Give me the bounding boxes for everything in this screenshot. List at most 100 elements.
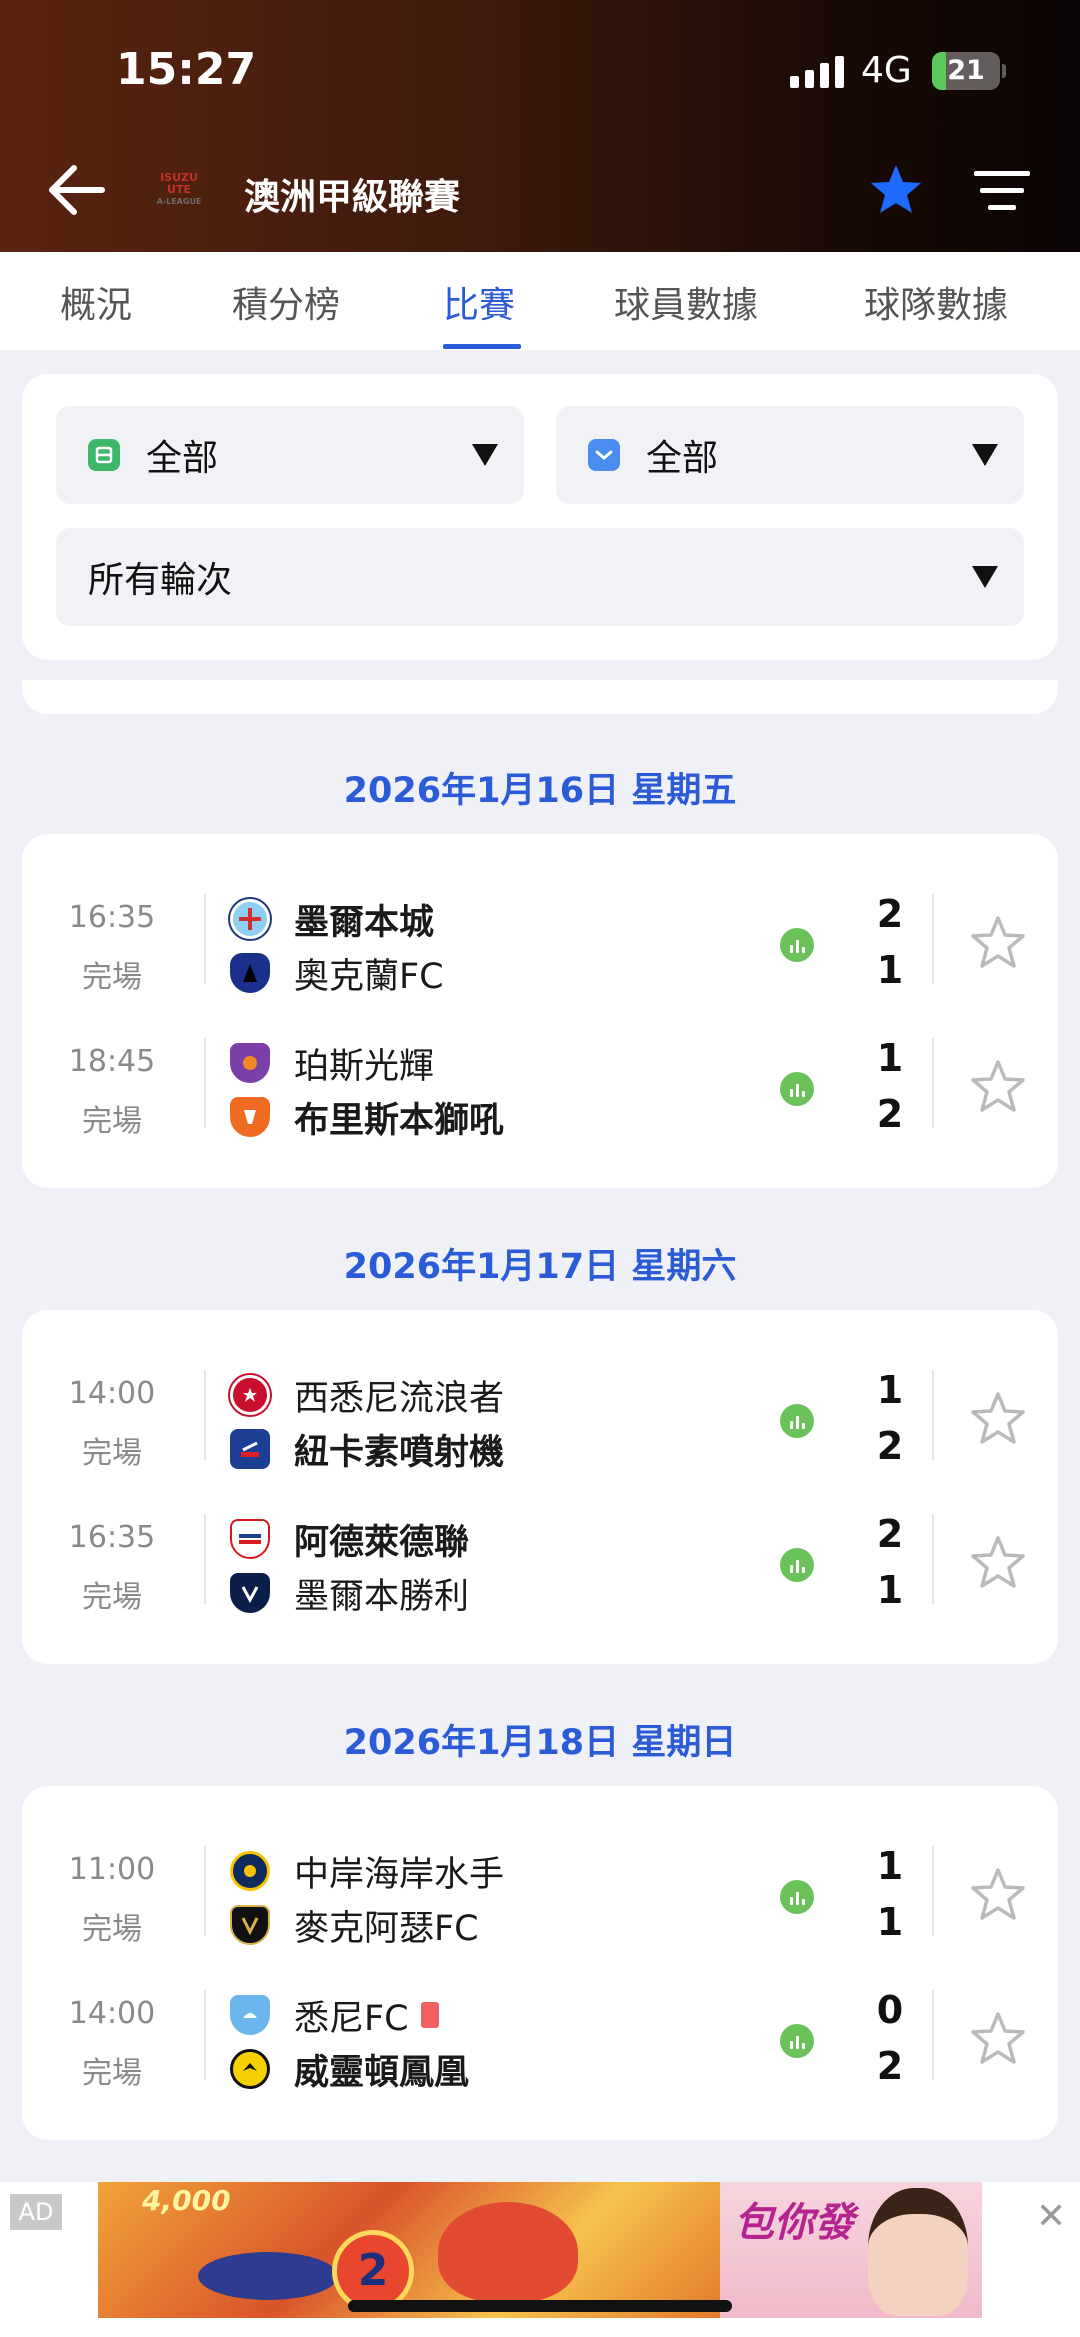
home-score: 0 [876,1988,904,2032]
date-header: 2026年1月16日 星期五 [343,771,737,811]
match-status: 完場 [82,1580,142,1615]
calendar-filter-icon [588,439,620,471]
team-name: 西悉尼流浪者 [294,1378,505,1419]
stats-icon[interactable] [780,1548,814,1582]
auckland-fc-icon [230,953,270,993]
tab-player-stats[interactable]: 球員數據 [614,276,758,328]
filter-card: 全部 全部 所有輪次 [22,374,1058,660]
round-filter-select[interactable]: 所有輪次 [56,528,1024,626]
dropdown-caret-icon [972,566,998,588]
spokesperson-photo [868,2188,968,2316]
favorite-match-star-icon[interactable] [970,1534,1026,1590]
tab-matches[interactable]: 比賽 [443,276,515,328]
back-arrow-icon[interactable] [44,160,110,220]
team-name: 紐卡素噴射機 [294,1432,505,1473]
team-name: 悉尼FC [294,1998,409,2039]
team-name: 阿德萊德聯 [294,1522,470,1563]
home-team: 阿德萊德聯 [230,1514,469,1564]
stats-icon[interactable] [780,2024,814,2058]
match-row[interactable]: 16:35 完場 阿德萊德聯 墨爾本勝利 2 1 [22,1512,1058,1634]
octopus-illustration [438,2202,578,2302]
match-status: 完場 [82,1436,142,1471]
away-score: 1 [876,1568,904,1612]
stats-icon[interactable] [780,1880,814,1914]
stats-icon[interactable] [780,928,814,962]
home-score: 1 [876,1844,904,1888]
status-time: 15:27 [116,44,257,95]
adelaide-united-icon [230,1519,270,1559]
away-team: 紐卡素噴射機 [230,1424,504,1474]
match-time: 16:35 [68,900,156,935]
date-header: 2026年1月17日 星期六 [343,1247,737,1287]
ad-image-game[interactable]: 4,000 2 [98,2182,720,2318]
match-time: 14:00 [68,1996,156,2031]
favorite-match-star-icon[interactable] [970,2010,1026,2066]
match-status: 完場 [82,1104,142,1139]
home-score: 1 [876,1368,904,1412]
match-row[interactable]: 16:35 完場 墨爾本城 奧克蘭FC 2 1 [22,892,1058,1014]
away-team: 奧克蘭FC [230,948,444,998]
day-card: 16:35 完場 墨爾本城 奧克蘭FC 2 1 18:45 完場 珀斯光輝 布里… [22,834,1058,1188]
home-team: 珀斯光輝 [230,1038,434,1088]
favorite-match-star-icon[interactable] [970,1866,1026,1922]
previous-day-card [22,680,1058,714]
battery-icon: 21 [932,52,1000,90]
home-team: 墨爾本城 [230,894,434,944]
date-header: 2026年1月18日 星期日 [343,1723,737,1763]
match-status: 完場 [82,2056,142,2091]
match-time: 14:00 [68,1376,156,1411]
team-name: 中岸海岸水手 [294,1854,505,1895]
day-card: 14:00 完場 西悉尼流浪者 紐卡素噴射機 1 2 16:35 完場 阿德萊德… [22,1310,1058,1664]
day-card: 11:00 完場 中岸海岸水手 麥克阿瑟FC 1 1 14:00 完場 悉尼FC… [22,1786,1058,2140]
team-name: 布里斯本獅吼 [294,1100,505,1141]
ad-label: AD [10,2194,62,2230]
perth-glory-icon [230,1043,270,1083]
team-filter-icon [88,439,120,471]
match-row[interactable]: 18:45 完場 珀斯光輝 布里斯本獅吼 1 2 [22,1036,1058,1158]
close-icon[interactable]: ✕ [1036,2196,1066,2237]
ad-banner[interactable]: AD 4,000 2 包你發 ✕ [0,2182,1080,2337]
team-name: 威靈頓鳳凰 [294,2052,470,2093]
away-score: 1 [876,1900,904,1944]
filter-menu-icon[interactable] [974,168,1030,214]
away-score: 2 [876,1092,904,1136]
tab-bar: 概況 積分榜 比賽 球員數據 球隊數據 [0,252,1080,350]
favorite-match-star-icon[interactable] [970,1058,1026,1114]
date-filter-select[interactable]: 全部 [556,406,1024,504]
tab-standings[interactable]: 積分榜 [232,276,340,328]
match-status: 完場 [82,1912,142,1947]
match-row[interactable]: 14:00 完場 西悉尼流浪者 紐卡素噴射機 1 2 [22,1368,1058,1490]
match-time: 18:45 [68,1044,156,1079]
tab-active-indicator [443,344,521,349]
red-card-icon [420,2002,439,2028]
favorite-match-star-icon[interactable] [970,1390,1026,1446]
team-filter-value: 全部 [146,438,219,479]
team-name: 珀斯光輝 [294,1046,435,1087]
macarthur-fc-icon [230,1905,270,1945]
home-indicator [348,2300,732,2312]
favorite-match-star-icon[interactable] [970,914,1026,970]
ad-amount: 4,000 [142,2184,231,2217]
dropdown-caret-icon [972,444,998,466]
match-row[interactable]: 11:00 完場 中岸海岸水手 麥克阿瑟FC 1 1 [22,1844,1058,1966]
stats-icon[interactable] [780,1404,814,1438]
wellington-phoenix-icon [230,2049,270,2089]
stats-icon[interactable] [780,1072,814,1106]
home-team: 悉尼FC [230,1990,439,2040]
away-score: 2 [876,2044,904,2088]
team-filter-select[interactable]: 全部 [56,406,524,504]
away-team: 麥克阿瑟FC [230,1900,479,1950]
away-score: 2 [876,1424,904,1468]
match-time: 16:35 [68,1520,156,1555]
favorite-star-icon[interactable] [868,162,924,218]
dropdown-caret-icon [472,444,498,466]
network-type: 4G [861,50,912,91]
ad-image-brand[interactable]: 包你發 [720,2182,982,2318]
home-score: 1 [876,1036,904,1080]
match-row[interactable]: 14:00 完場 悉尼FC 威靈頓鳳凰 0 2 [22,1988,1058,2110]
newcastle-jets-icon [230,1429,270,1469]
team-name: 墨爾本勝利 [294,1576,470,1617]
tab-overview[interactable]: 概況 [60,276,132,328]
tab-team-stats[interactable]: 球隊數據 [864,276,1008,328]
away-team: 布里斯本獅吼 [230,1092,504,1142]
